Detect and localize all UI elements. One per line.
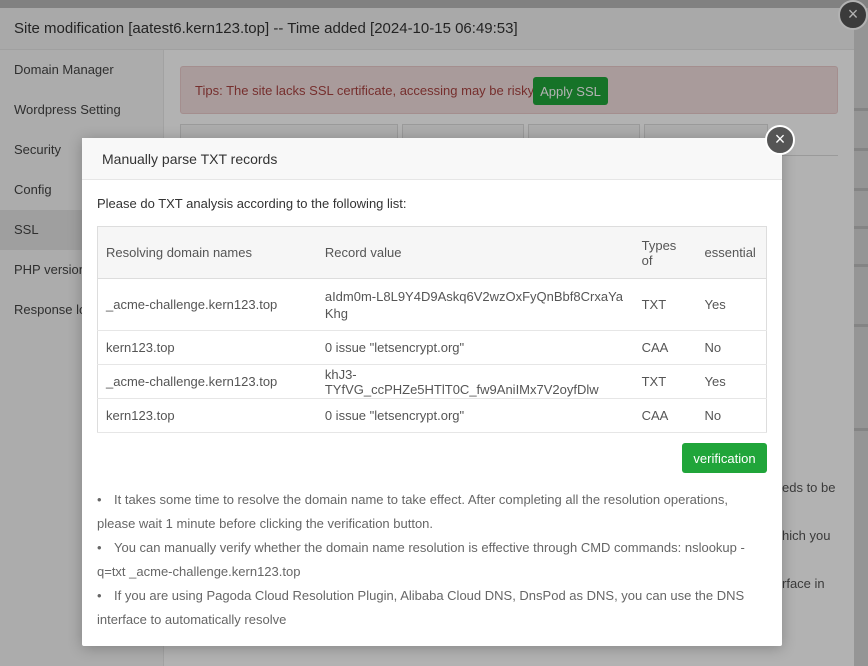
- cell-record-value: aIdm0m-L8L9Y4D9Askq6V2wzOxFyQnBbf8CrxaYa…: [316, 278, 634, 331]
- list-item: • You can manually verify whether the dom…: [97, 536, 767, 584]
- cell-domain: kern123.top: [96, 398, 317, 433]
- bullet-icon: •: [97, 540, 102, 555]
- cell-record-value: 0 issue "letsencrypt.org": [316, 398, 634, 433]
- cell-essential: No: [696, 398, 767, 433]
- cell-type: CAA: [633, 398, 697, 433]
- dialog-close-icon[interactable]: ×: [765, 125, 795, 155]
- cell-essential: Yes: [696, 364, 767, 399]
- table-row: _acme-challenge.kern123.top aIdm0m-L8L9Y…: [96, 278, 767, 331]
- help-notes: • It takes some time to resolve the domai…: [97, 488, 767, 632]
- note-text: If you are using Pagoda Cloud Resolution…: [97, 588, 745, 627]
- table-row: _acme-challenge.kern123.top khJ3-TYfVG_c…: [96, 364, 767, 399]
- table-header-row: Resolving domain names Record value Type…: [96, 226, 767, 279]
- txt-records-table: Resolving domain names Record value Type…: [96, 226, 767, 433]
- cell-domain: kern123.top: [96, 330, 317, 365]
- table-row: kern123.top 0 issue "letsencrypt.org" CA…: [96, 398, 767, 433]
- txt-records-dialog: Manually parse TXT records × Please do T…: [82, 125, 795, 646]
- list-item: • If you are using Pagoda Cloud Resolutio…: [97, 584, 767, 632]
- dialog-title: Manually parse TXT records: [102, 151, 278, 167]
- list-item: • It takes some time to resolve the domai…: [97, 488, 767, 536]
- cell-essential: No: [696, 330, 767, 365]
- column-header-essential: essential: [696, 226, 767, 279]
- bullet-icon: •: [97, 492, 102, 507]
- column-header-domain: Resolving domain names: [96, 226, 317, 279]
- cell-domain: _acme-challenge.kern123.top: [96, 364, 317, 399]
- dialog-header: Manually parse TXT records: [82, 138, 782, 180]
- table-row: kern123.top 0 issue "letsencrypt.org" CA…: [96, 330, 767, 365]
- cell-record-value: 0 issue "letsencrypt.org": [316, 330, 634, 365]
- cell-record-value: khJ3-TYfVG_ccPHZe5HTlT0C_fw9AniIMx7V2oyf…: [316, 364, 634, 399]
- cell-essential: Yes: [696, 278, 767, 331]
- cell-type: CAA: [633, 330, 697, 365]
- note-text: It takes some time to resolve the domain…: [97, 492, 728, 531]
- bullet-icon: •: [97, 588, 102, 603]
- verification-button[interactable]: verification: [682, 443, 767, 473]
- cell-domain: _acme-challenge.kern123.top: [96, 278, 317, 331]
- note-text: You can manually verify whether the doma…: [97, 540, 745, 579]
- cell-type: TXT: [633, 364, 697, 399]
- dialog-instruction: Please do TXT analysis according to the …: [97, 196, 407, 211]
- column-header-type: Types of: [633, 226, 697, 279]
- column-header-record-value: Record value: [316, 226, 634, 279]
- cell-type: TXT: [633, 278, 697, 331]
